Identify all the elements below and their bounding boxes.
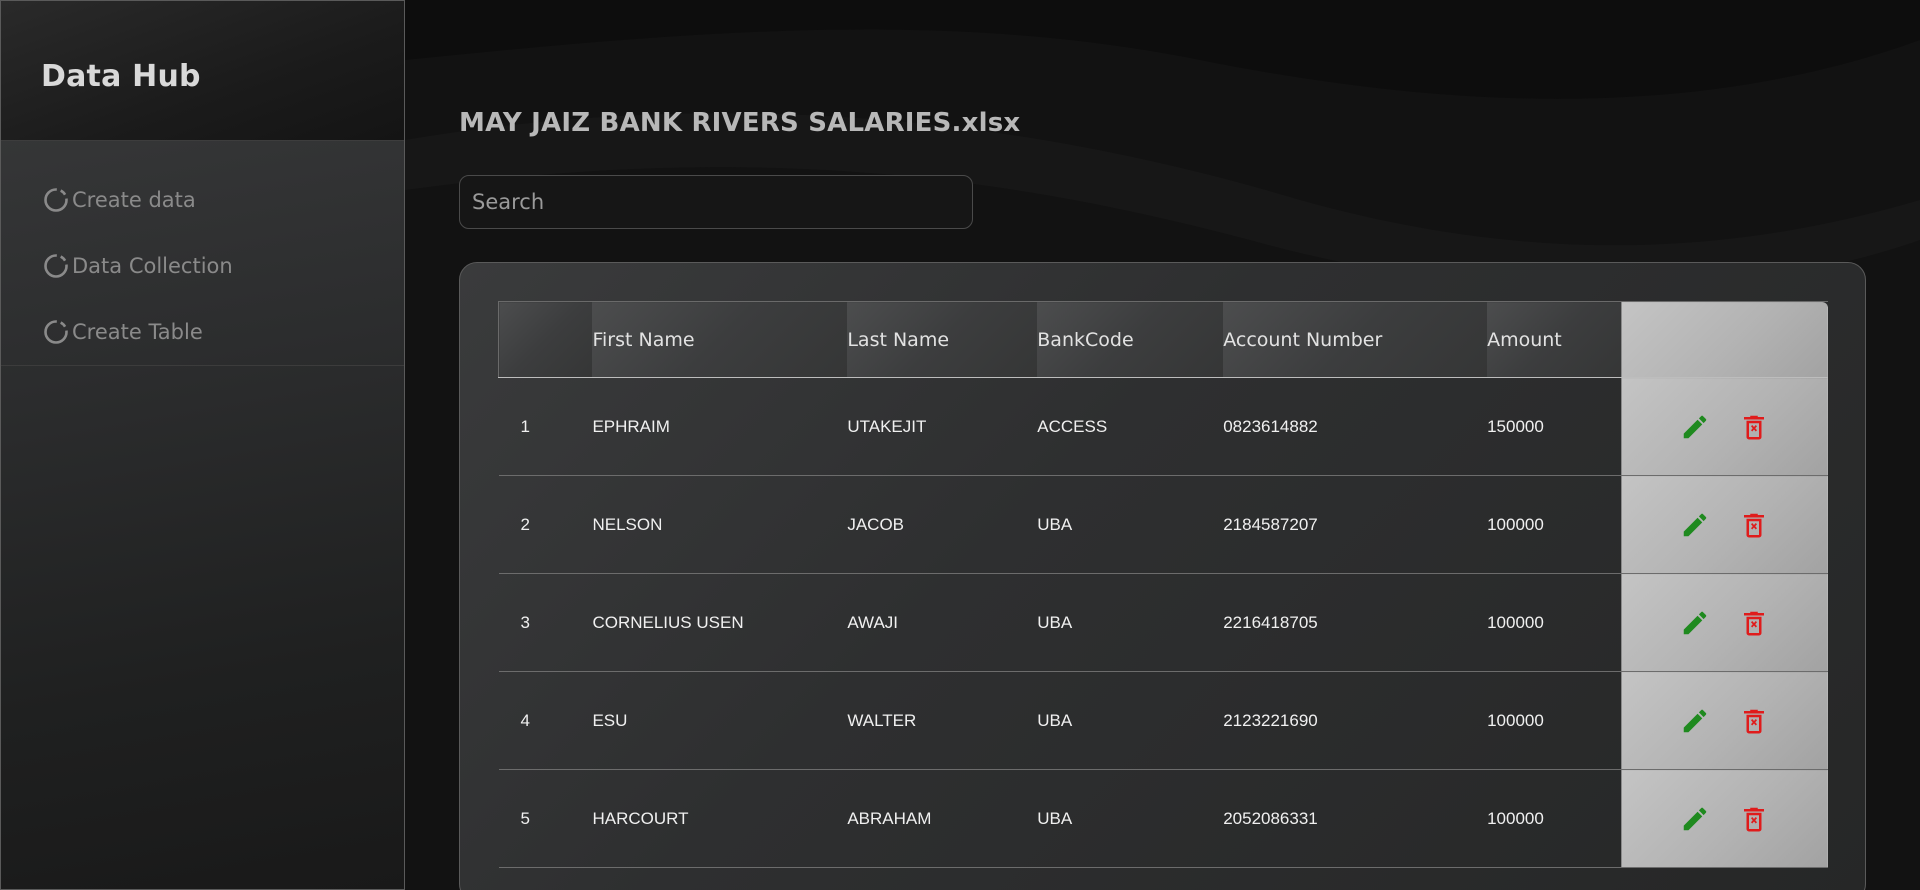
sidebar-nav: Create data Data Collection Create Table bbox=[1, 141, 404, 366]
sidebar-item-label: Data Collection bbox=[72, 254, 233, 278]
trash-icon[interactable] bbox=[1739, 804, 1769, 834]
search-input[interactable] bbox=[459, 175, 973, 229]
column-header-amount: Amount bbox=[1487, 301, 1622, 378]
cell-first-name: NELSON bbox=[592, 475, 848, 574]
table-container: First Name Last Name BankCode Account Nu… bbox=[498, 301, 1828, 868]
column-header-last-name: Last Name bbox=[847, 301, 1038, 378]
row-actions bbox=[1620, 671, 1828, 770]
cell-account-number: 2052086331 bbox=[1223, 769, 1488, 868]
cell-first-name: EPHRAIM bbox=[592, 377, 848, 476]
cell-amount: 100000 bbox=[1487, 475, 1622, 574]
pencil-icon[interactable] bbox=[1680, 510, 1710, 540]
row-index: 3 bbox=[498, 573, 593, 672]
cell-bank-code: UBA bbox=[1037, 475, 1224, 574]
page-title: MAY JAIZ BANK RIVERS SALARIES.xlsx bbox=[459, 108, 1021, 138]
sidebar-item-label: Create Table bbox=[72, 320, 203, 344]
loading-circle-icon bbox=[44, 188, 68, 212]
main-content: MAY JAIZ BANK RIVERS SALARIES.xlsx First… bbox=[405, 0, 1920, 890]
cell-account-number: 0823614882 bbox=[1223, 377, 1488, 476]
row-actions bbox=[1620, 475, 1828, 574]
table-row: 1 EPHRAIM UTAKEJIT ACCESS 0823614882 150… bbox=[498, 377, 1828, 476]
sidebar-item-data-collection[interactable]: Data Collection bbox=[1, 233, 404, 299]
column-header-index bbox=[498, 301, 593, 378]
trash-icon[interactable] bbox=[1739, 412, 1769, 442]
cell-account-number: 2123221690 bbox=[1223, 671, 1488, 770]
nav-divider bbox=[1, 365, 404, 366]
cell-bank-code: ACCESS bbox=[1037, 377, 1224, 476]
row-index: 1 bbox=[498, 377, 593, 476]
cell-last-name: ABRAHAM bbox=[847, 769, 1038, 868]
trash-icon[interactable] bbox=[1739, 706, 1769, 736]
table-row: 3 CORNELIUS USEN AWAJI UBA 2216418705 10… bbox=[498, 573, 1828, 672]
cell-amount: 100000 bbox=[1487, 769, 1622, 868]
cell-bank-code: UBA bbox=[1037, 573, 1224, 672]
brand-header: Data Hub bbox=[1, 1, 404, 141]
cell-first-name: CORNELIUS USEN bbox=[592, 573, 848, 672]
column-header-bank-code: BankCode bbox=[1037, 301, 1224, 378]
sidebar-item-label: Create data bbox=[72, 188, 196, 212]
sidebar: Data Hub Create data Data Collection Cre… bbox=[0, 0, 405, 890]
cell-first-name: HARCOURT bbox=[592, 769, 848, 868]
column-header-account-number: Account Number bbox=[1223, 301, 1488, 378]
row-actions bbox=[1620, 377, 1828, 476]
cell-amount: 150000 bbox=[1487, 377, 1622, 476]
pencil-icon[interactable] bbox=[1680, 608, 1710, 638]
cell-account-number: 2184587207 bbox=[1223, 475, 1488, 574]
cell-bank-code: UBA bbox=[1037, 769, 1224, 868]
cell-last-name: UTAKEJIT bbox=[847, 377, 1038, 476]
cell-first-name: ESU bbox=[592, 671, 848, 770]
table-card: First Name Last Name BankCode Account Nu… bbox=[459, 262, 1866, 890]
trash-icon[interactable] bbox=[1739, 608, 1769, 638]
column-header-first-name: First Name bbox=[592, 301, 848, 378]
table-row: 2 NELSON JACOB UBA 2184587207 100000 bbox=[498, 475, 1828, 574]
brand-title: Data Hub bbox=[41, 59, 201, 94]
table-header-row: First Name Last Name BankCode Account Nu… bbox=[498, 301, 1828, 378]
cell-last-name: JACOB bbox=[847, 475, 1038, 574]
table-row: 5 HARCOURT ABRAHAM UBA 2052086331 100000 bbox=[498, 769, 1828, 868]
row-index: 4 bbox=[498, 671, 593, 770]
sidebar-item-create-table[interactable]: Create Table bbox=[1, 299, 404, 365]
pencil-icon[interactable] bbox=[1680, 412, 1710, 442]
row-index: 5 bbox=[498, 769, 593, 868]
data-table: First Name Last Name BankCode Account Nu… bbox=[498, 301, 1828, 868]
cell-account-number: 2216418705 bbox=[1223, 573, 1488, 672]
cell-amount: 100000 bbox=[1487, 573, 1622, 672]
pencil-icon[interactable] bbox=[1680, 804, 1710, 834]
loading-circle-icon bbox=[44, 320, 68, 344]
cell-last-name: WALTER bbox=[847, 671, 1038, 770]
loading-circle-icon bbox=[44, 254, 68, 278]
cell-last-name: AWAJI bbox=[847, 573, 1038, 672]
table-row: 4 ESU WALTER UBA 2123221690 100000 bbox=[498, 671, 1828, 770]
column-header-actions bbox=[1620, 301, 1828, 378]
cell-bank-code: UBA bbox=[1037, 671, 1224, 770]
sidebar-item-create-data[interactable]: Create data bbox=[1, 167, 404, 233]
pencil-icon[interactable] bbox=[1680, 706, 1710, 736]
cell-amount: 100000 bbox=[1487, 671, 1622, 770]
row-index: 2 bbox=[498, 475, 593, 574]
trash-icon[interactable] bbox=[1739, 510, 1769, 540]
row-actions bbox=[1620, 769, 1828, 868]
row-actions bbox=[1620, 573, 1828, 672]
